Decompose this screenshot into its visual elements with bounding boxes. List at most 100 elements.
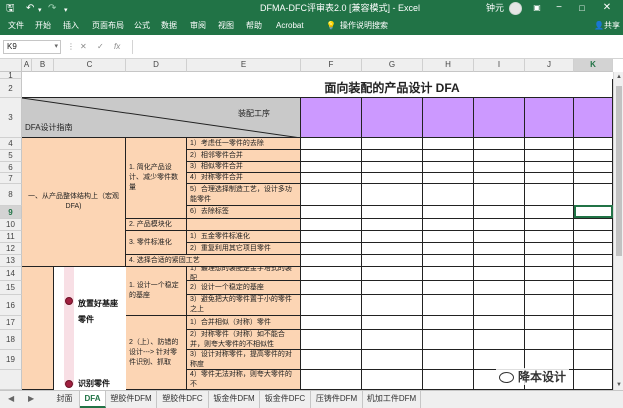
scroll-down-icon[interactable]: ▼ <box>614 380 623 390</box>
score-cell[interactable] <box>474 219 525 231</box>
user-name[interactable]: 钟元 <box>486 2 504 15</box>
score-cell[interactable] <box>474 150 525 162</box>
score-cell[interactable] <box>525 243 574 255</box>
score-cell[interactable] <box>525 267 574 281</box>
column-header-c[interactable]: C <box>54 59 126 72</box>
row-header-4[interactable]: 4 <box>0 138 22 150</box>
guide-item[interactable]: 1）考虑任一零件的去除 <box>187 138 301 150</box>
score-cell[interactable] <box>301 162 362 173</box>
row-header-7[interactable]: 7 <box>0 173 22 184</box>
score-cell[interactable] <box>525 150 574 162</box>
row-header-8[interactable]: 8 <box>0 184 22 206</box>
sheet-tab-machining-dfm[interactable]: 机加工件DFM <box>363 391 421 408</box>
row-header-13[interactable]: 13 <box>0 255 22 267</box>
score-cell[interactable] <box>574 370 613 390</box>
tab-data[interactable]: 数据 <box>161 20 177 32</box>
restore-icon[interactable]: □ <box>575 1 589 15</box>
score-cell[interactable] <box>574 231 613 243</box>
score-cell[interactable] <box>574 150 613 162</box>
row-header-11[interactable]: 11 <box>0 231 22 243</box>
row-header-9[interactable]: 9 <box>0 206 22 219</box>
guide-item[interactable]: 5）合理选择制造工艺，设计多功能零件 <box>187 184 301 206</box>
process-header-h[interactable] <box>423 98 474 138</box>
formula-input[interactable] <box>132 40 615 54</box>
score-cell[interactable] <box>474 231 525 243</box>
score-cell[interactable] <box>423 150 474 162</box>
tab-help[interactable]: 帮助 <box>246 20 262 32</box>
score-cell[interactable] <box>362 350 423 370</box>
sheet-tab-sheetmetal-dfc[interactable]: 钣金件DFC <box>260 391 311 408</box>
score-cell[interactable] <box>423 281 474 295</box>
column-header-a[interactable]: A <box>22 59 32 72</box>
score-cell[interactable] <box>423 370 474 390</box>
sheet-tab-plastic-dfc[interactable]: 塑胶件DFC <box>157 391 209 408</box>
score-cell[interactable] <box>362 281 423 295</box>
score-cell[interactable] <box>525 184 574 206</box>
row-header-6[interactable]: 6 <box>0 162 22 173</box>
guide-item[interactable]: 3）避免把大的零件置于小的零件之上 <box>187 295 301 316</box>
guide-item[interactable]: 4）对称零件合并 <box>187 173 301 184</box>
score-cell[interactable] <box>362 231 423 243</box>
sub-modular[interactable]: 2. 产品模块化 <box>126 219 187 231</box>
score-cell[interactable] <box>574 219 613 231</box>
column-header-d[interactable]: D <box>126 59 187 72</box>
score-cell[interactable] <box>362 330 423 350</box>
score-cell[interactable] <box>423 184 474 206</box>
score-cell[interactable] <box>574 173 613 184</box>
score-cell[interactable] <box>474 184 525 206</box>
score-cell[interactable] <box>423 350 474 370</box>
score-cell[interactable] <box>423 255 474 267</box>
score-cell[interactable] <box>574 162 613 173</box>
score-cell[interactable] <box>362 184 423 206</box>
score-cell[interactable] <box>525 281 574 295</box>
save-icon[interactable]: 🖫 <box>6 2 15 15</box>
score-cell[interactable] <box>574 138 613 150</box>
tell-me-search[interactable]: 操作说明搜索 <box>340 20 388 32</box>
row-header-19[interactable]: 19 <box>0 350 22 370</box>
score-cell[interactable] <box>423 138 474 150</box>
ribbon-display-icon[interactable]: ▣ <box>530 1 544 15</box>
guide-item[interactable]: 6）去除标签 <box>187 206 301 219</box>
score-cell[interactable] <box>423 173 474 184</box>
score-cell[interactable] <box>301 295 362 316</box>
score-cell[interactable] <box>423 219 474 231</box>
group-base-design[interactable] <box>22 267 54 390</box>
score-cell[interactable] <box>301 173 362 184</box>
score-cell[interactable] <box>474 162 525 173</box>
score-cell[interactable] <box>423 231 474 243</box>
cancel-icon[interactable]: ✕ <box>80 41 87 53</box>
sheet-tab-sheetmetal-dfm[interactable]: 钣金件DFM <box>209 391 260 408</box>
row-header-14[interactable]: 14 <box>0 267 22 281</box>
score-cell[interactable] <box>574 350 613 370</box>
guide-item[interactable]: 2）对称零件（对称）如不能合并，则夸大零件的不相似性 <box>187 330 301 350</box>
name-box[interactable]: K9 ▾ <box>3 40 61 54</box>
share-button[interactable]: 👤共享 <box>594 20 620 32</box>
row-header-20[interactable] <box>0 370 22 390</box>
column-header-j[interactable]: J <box>525 59 574 72</box>
score-cell[interactable] <box>474 350 525 370</box>
score-cell[interactable] <box>474 316 525 330</box>
process-header-j[interactable] <box>525 98 574 138</box>
guide-item[interactable]: 1）五金零件标准化 <box>187 231 301 243</box>
score-cell[interactable] <box>574 243 613 255</box>
score-cell[interactable] <box>362 206 423 219</box>
score-cell[interactable] <box>301 150 362 162</box>
score-cell[interactable] <box>362 370 423 390</box>
score-cell[interactable] <box>525 231 574 243</box>
score-cell[interactable] <box>362 138 423 150</box>
row-header-1[interactable]: 1 <box>0 71 22 80</box>
avatar[interactable] <box>509 2 522 15</box>
guide-item[interactable]: 2）设计一个稳定的基座 <box>187 281 301 295</box>
score-cell[interactable] <box>301 184 362 206</box>
score-cell[interactable] <box>301 231 362 243</box>
column-header-b[interactable]: B <box>32 59 54 72</box>
tab-formulas[interactable]: 公式 <box>134 20 150 32</box>
row-header-2[interactable]: 2 <box>0 79 22 98</box>
tab-view[interactable]: 视图 <box>218 20 234 32</box>
guide-item[interactable]: 3）设计对称零件，提高零件的对称度 <box>187 350 301 370</box>
score-cell[interactable] <box>474 295 525 316</box>
tab-home[interactable]: 开始 <box>35 20 51 32</box>
active-cell-k9[interactable] <box>574 205 613 218</box>
score-cell[interactable] <box>574 295 613 316</box>
row-header-16[interactable]: 16 <box>0 295 22 316</box>
